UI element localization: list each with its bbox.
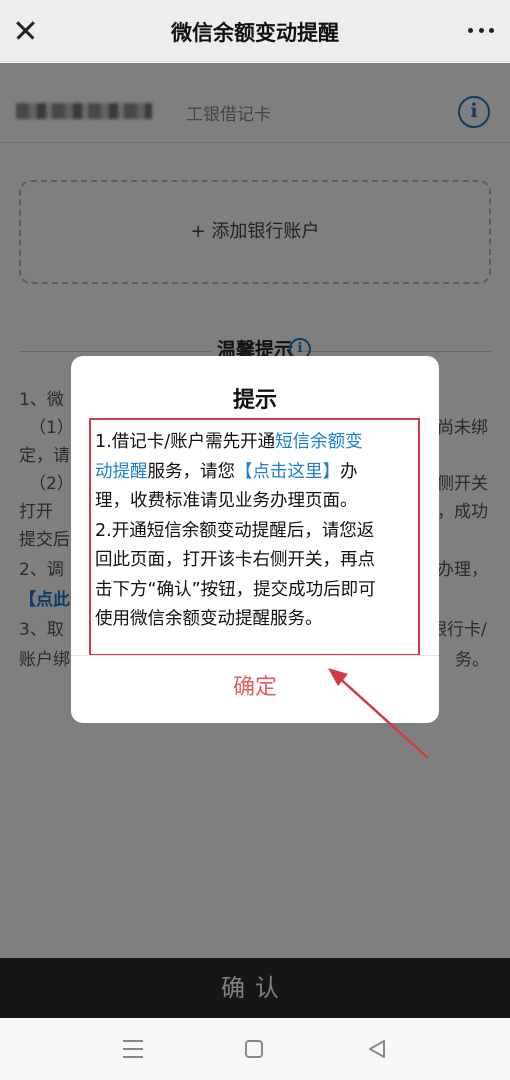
more-icon[interactable] (468, 26, 494, 34)
alert-dialog: 提示 1.借记卡/账户需先开通短信余额变 动提醒服务，请您【点击这里】办 理，收… (71, 356, 439, 723)
sms-reminder-link[interactable]: 短信余额变 (275, 432, 363, 452)
dialog-text: 使用微信余额变动提醒服务。 (95, 609, 323, 629)
dialog-text: 回此页面，打开该卡右侧开关，再点 (95, 550, 375, 570)
back-icon[interactable] (366, 1038, 388, 1060)
dialog-text: 1.借记卡/账户需先开通 (95, 432, 276, 452)
dialog-text: 理，收费标准请见业务办理页面。 (95, 491, 358, 511)
click-here-link[interactable]: 【点击这里】 (235, 462, 340, 482)
system-nav-bar (0, 1018, 510, 1080)
dialog-text: 办 (340, 461, 358, 482)
dialog-text: 服务，请您 (147, 461, 236, 482)
sms-reminder-link[interactable]: 动提醒 (95, 462, 148, 482)
menu-icon[interactable] (123, 1040, 143, 1058)
page-title: 微信余额变动提醒 (171, 21, 339, 45)
top-bar: 微信余额变动提醒 (0, 0, 510, 62)
dialog-title: 提示 (232, 388, 277, 413)
dialog-text: 2.开通短信余额变动提醒后，请您返 (95, 520, 375, 541)
ok-button[interactable]: 确定 (71, 655, 439, 723)
home-icon[interactable] (245, 1040, 263, 1058)
dialog-message: 1.借记卡/账户需先开通短信余额变 动提醒服务，请您【点击这里】办 理，收费标准… (89, 418, 420, 656)
dialog-text: 击下方“确认”按钮，提交成功后即可 (95, 579, 376, 600)
